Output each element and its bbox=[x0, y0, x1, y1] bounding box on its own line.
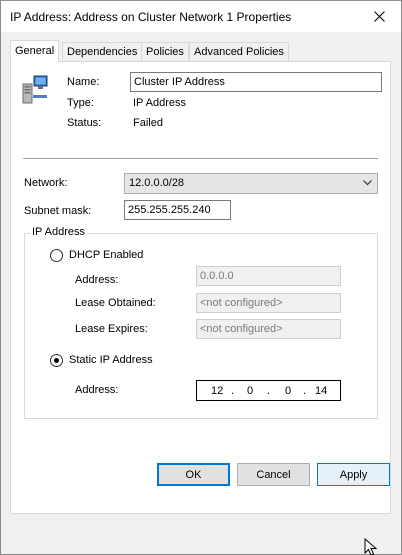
separator bbox=[23, 158, 378, 159]
lease-expires-label: Lease Expires: bbox=[75, 323, 148, 335]
name-label: Name: bbox=[67, 76, 100, 88]
close-icon bbox=[373, 11, 385, 22]
window-title: IP Address: Address on Cluster Network 1… bbox=[10, 10, 292, 24]
tab-dependencies[interactable]: Dependencies bbox=[62, 42, 143, 61]
cancel-button[interactable]: Cancel bbox=[237, 463, 310, 486]
type-value: IP Address bbox=[133, 97, 186, 109]
general-tab-panel: Name: Cluster IP Address Type: IP Addres… bbox=[10, 61, 391, 514]
dhcp-address-field: 0.0.0.0 bbox=[196, 266, 341, 286]
network-dropdown-value: 12.0.0.0/28 bbox=[129, 177, 185, 189]
ip-dot-3: . bbox=[303, 385, 307, 397]
ip-octet-2[interactable]: 0 bbox=[247, 385, 253, 397]
cluster-resource-icon bbox=[22, 75, 48, 104]
chevron-down-icon bbox=[363, 180, 372, 186]
tab-policies[interactable]: Policies bbox=[141, 42, 189, 61]
network-label: Network: bbox=[24, 177, 68, 189]
name-field[interactable]: Cluster IP Address bbox=[130, 72, 382, 92]
static-ip-label[interactable]: Static IP Address bbox=[69, 354, 153, 366]
apply-button[interactable]: Apply bbox=[317, 463, 390, 486]
static-ip-radio[interactable] bbox=[50, 354, 63, 367]
title-bar[interactable]: IP Address: Address on Cluster Network 1… bbox=[1, 1, 401, 32]
status-value: Failed bbox=[133, 117, 163, 129]
subnet-mask-label: Subnet mask: bbox=[24, 205, 92, 217]
ip-octet-1[interactable]: 12 bbox=[211, 385, 223, 397]
status-label: Status: bbox=[67, 117, 102, 129]
lease-obtained-field: <not configured> bbox=[196, 293, 341, 313]
lease-expires-field: <not configured> bbox=[196, 319, 341, 339]
tab-general[interactable]: General bbox=[10, 40, 60, 62]
lease-obtained-label: Lease Obtained: bbox=[75, 297, 156, 309]
ip-address-group-title: IP Address bbox=[30, 226, 87, 238]
type-label: Type: bbox=[67, 97, 94, 109]
dhcp-address-label: Address: bbox=[75, 274, 119, 286]
properties-dialog: IP Address: Address on Cluster Network 1… bbox=[0, 0, 402, 555]
ip-octet-4[interactable]: 14 bbox=[315, 385, 327, 397]
subnet-mask-field[interactable]: 255.255.255.240 bbox=[124, 200, 231, 220]
tab-advanced-policies[interactable]: Advanced Policies bbox=[189, 42, 289, 61]
network-dropdown[interactable]: 12.0.0.0/28 bbox=[124, 173, 378, 194]
ip-dot-2: . bbox=[267, 385, 271, 397]
close-button[interactable] bbox=[357, 1, 401, 32]
ip-dot-1: . bbox=[231, 385, 235, 397]
dhcp-radio[interactable] bbox=[50, 249, 63, 262]
mouse-pointer-icon bbox=[364, 538, 378, 555]
ip-octet-3[interactable]: 0 bbox=[285, 385, 291, 397]
dhcp-label[interactable]: DHCP Enabled bbox=[69, 249, 143, 261]
static-address-label: Address: bbox=[75, 384, 119, 396]
static-ip-address-field[interactable]: 12 . 0 . 0 . 14 bbox=[196, 380, 341, 401]
ok-button[interactable]: OK bbox=[157, 463, 230, 486]
